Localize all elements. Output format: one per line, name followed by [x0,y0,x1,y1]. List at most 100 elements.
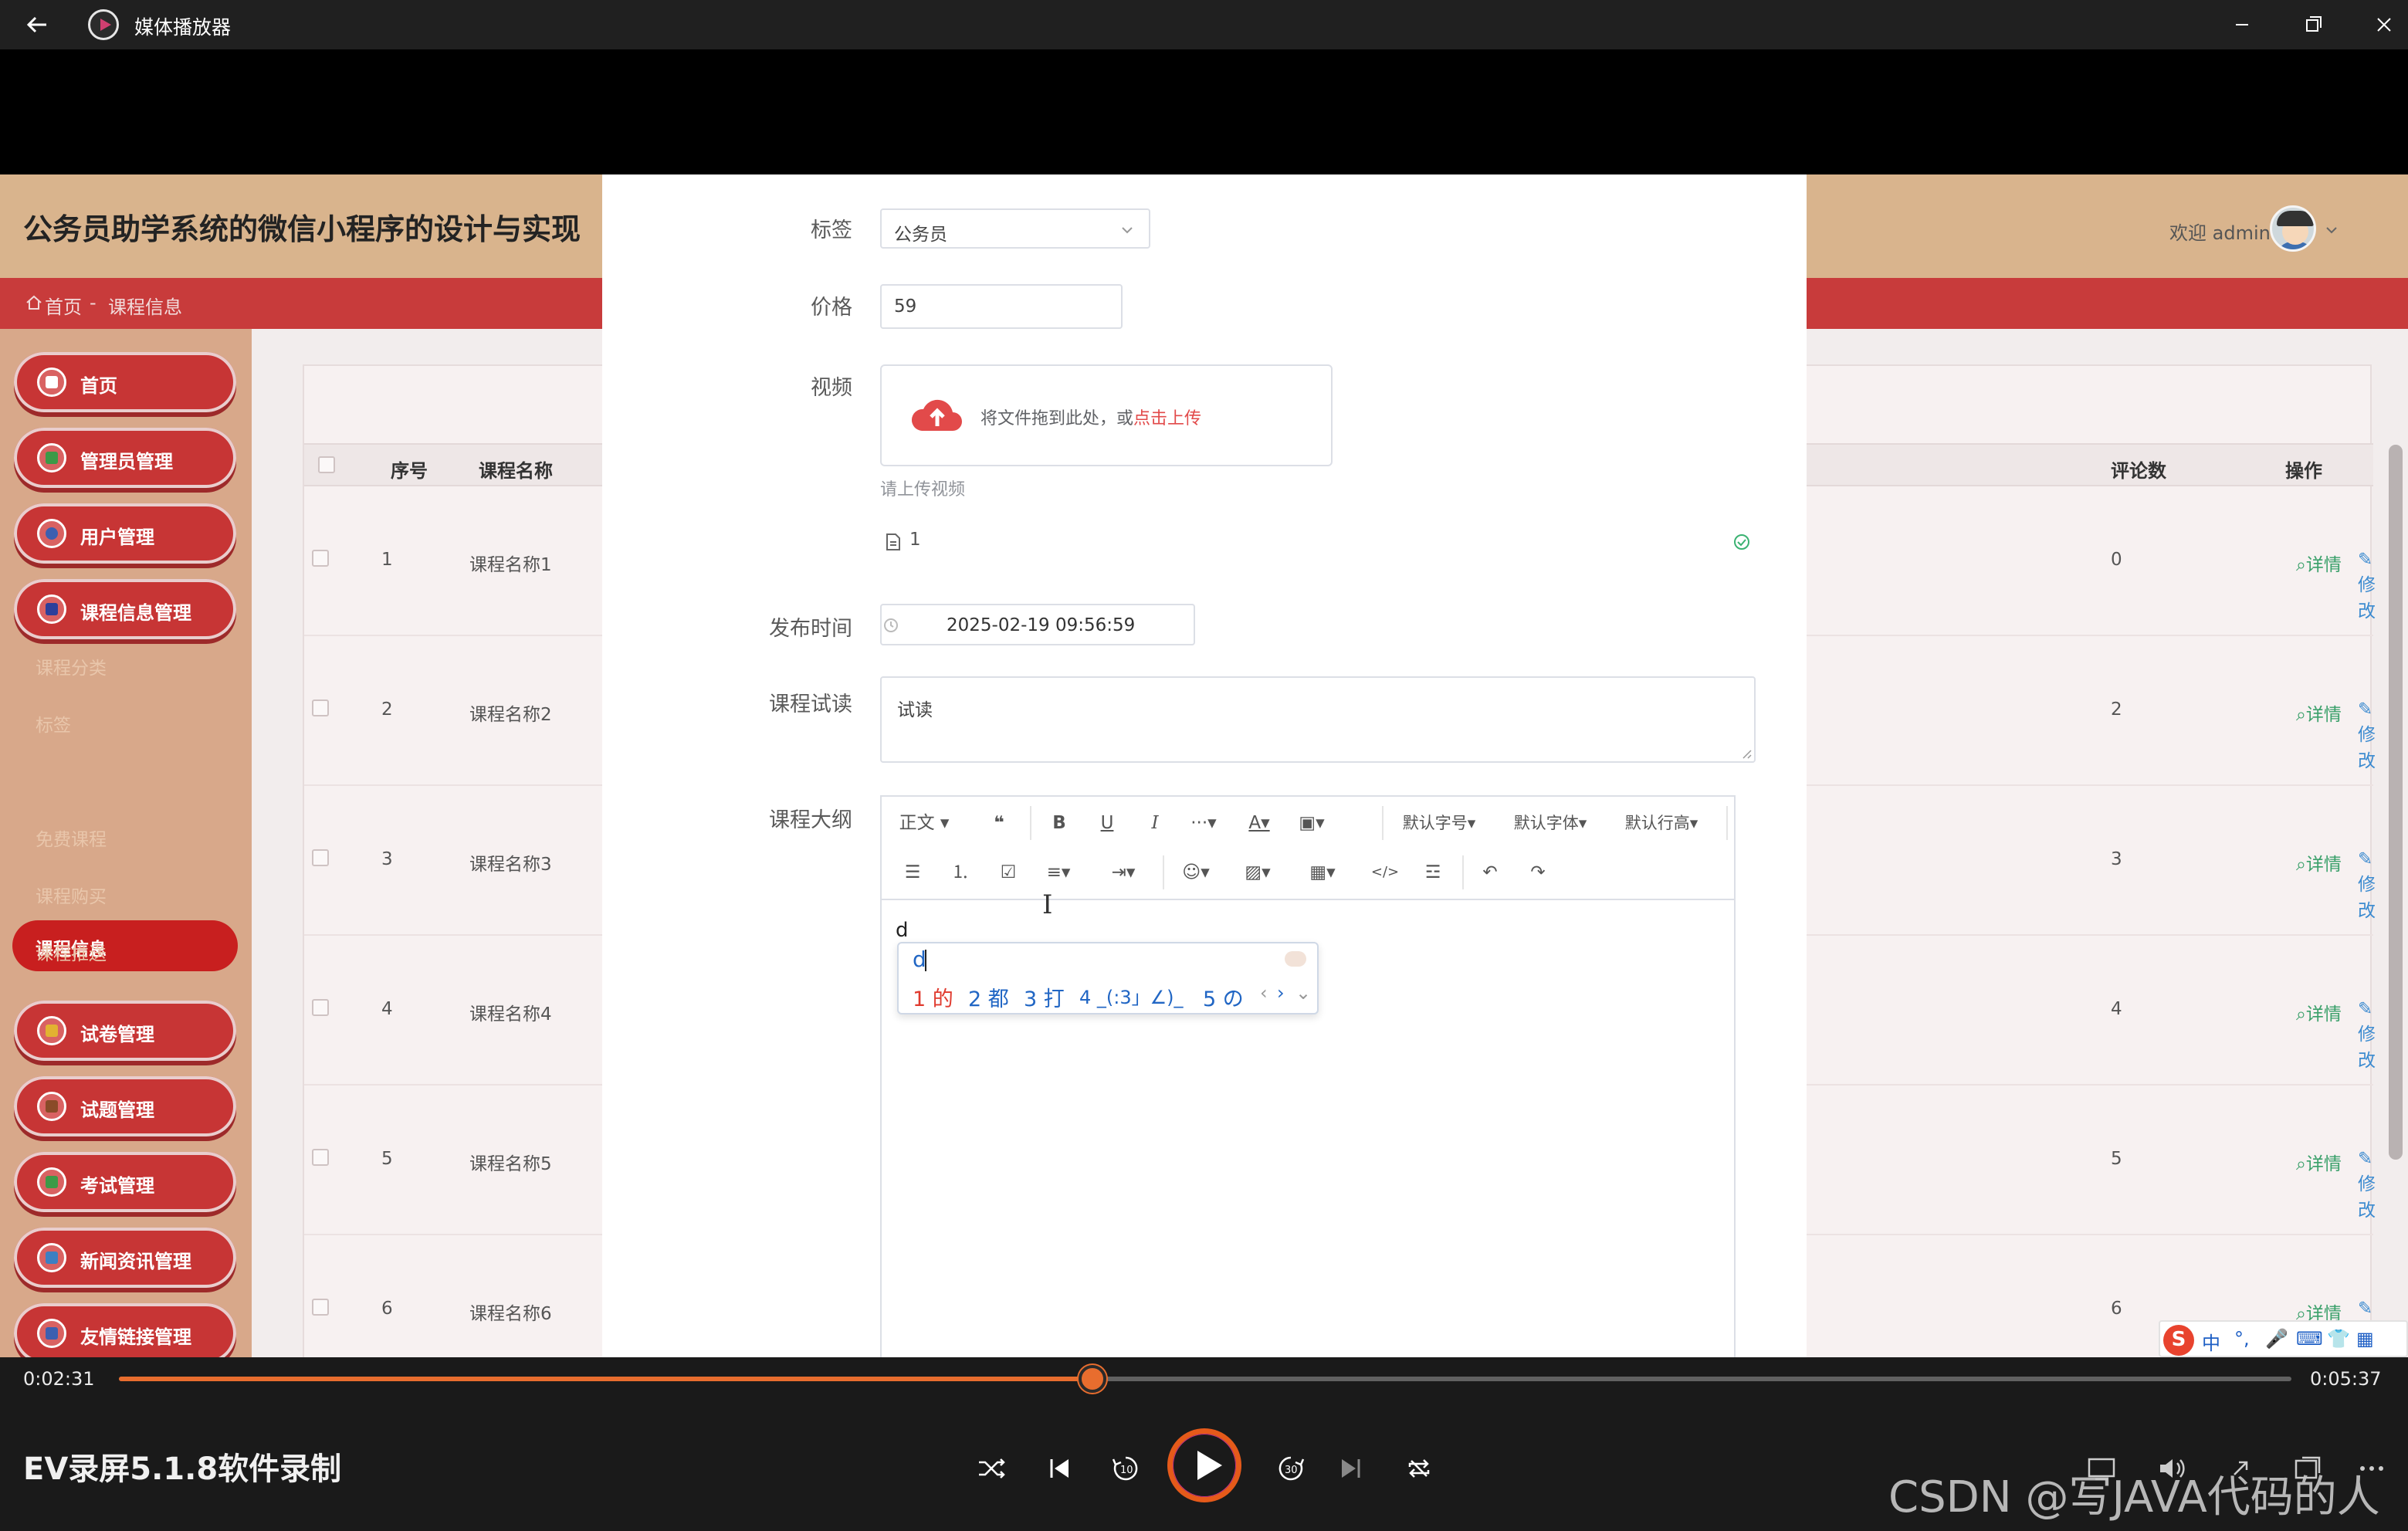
next-track-icon[interactable] [1334,1451,1368,1485]
ime-candidate[interactable]: 4 _(:3」∠)_ [1079,982,1184,1009]
ime-prev-page-icon[interactable]: ‹ [1260,982,1268,1004]
video-upload-zone[interactable]: 将文件拖到此处，或点击上传 [880,364,1333,466]
ime-skin-icon[interactable]: 👕 [2327,1328,2350,1350]
todo-checkbox-icon[interactable]: ☑ [993,857,1024,888]
video-frame: 公务员助学系统的微信小程序的设计与实现 欢迎 admin 首页 - 课程信息 首… [0,174,2408,1357]
shuffle-icon[interactable] [974,1451,1008,1485]
back-arrow-icon[interactable] [23,11,51,39]
sidebar-item-exams[interactable]: 考试管理 [14,1152,236,1212]
seek-thumb[interactable] [1078,1365,1106,1393]
ime-punctuation-toggle[interactable]: °, [2234,1328,2250,1350]
underline-icon[interactable]: U [1092,808,1123,838]
ime-language-toggle[interactable]: 中 [2202,1328,2220,1355]
repeat-icon[interactable] [1402,1451,1436,1485]
sogou-logo-icon[interactable]: S [2163,1325,2194,1356]
submenu-course-category[interactable]: 课程分类 [36,653,107,679]
forward-30-icon[interactable]: 30 [1274,1451,1308,1485]
ime-next-page-icon[interactable]: › [1277,982,1285,1004]
edit-link[interactable]: ✎修改 [2358,1149,2376,1221]
price-input[interactable]: 59 [880,284,1123,329]
align-icon[interactable]: ≡▾ [1039,857,1078,888]
select-all-checkbox[interactable] [318,456,335,473]
ime-candidate[interactable]: 1 的 [913,982,953,1012]
line-height-select[interactable]: 默认行高▾ [1617,808,1706,838]
quote-icon[interactable]: ❝ [984,808,1014,838]
bulleted-list-icon[interactable]: ☰ [897,857,928,888]
avatar[interactable] [2270,205,2316,252]
font-size-select[interactable]: 默认字号▾ [1394,808,1484,838]
undo-icon[interactable]: ↶ [1475,857,1505,888]
close-icon[interactable] [2370,11,2398,39]
ime-candidate[interactable]: 5 の [1203,982,1244,1012]
row-checkbox[interactable] [312,550,329,567]
ime-candidate[interactable]: 3 打 [1024,982,1065,1012]
play-button[interactable] [1167,1428,1241,1502]
row-checkbox[interactable] [312,999,329,1016]
sidebar-item-exam-papers[interactable]: 试卷管理 [14,1001,236,1061]
indent-icon[interactable]: ⇥▾ [1104,857,1143,888]
seek-bar[interactable] [119,1377,2291,1381]
submenu-tags[interactable]: 标签 [36,710,71,737]
edit-link[interactable]: ✎修改 [2358,849,2376,922]
redo-icon[interactable]: ↷ [1522,857,1553,888]
font-color-icon[interactable]: A▾ [1240,808,1279,838]
submenu-course-purchase[interactable]: 课程购买 [36,882,107,908]
minimize-icon[interactable] [2228,11,2256,39]
sidebar-item-links[interactable]: 友情链接管理 [14,1303,236,1357]
submenu-free-course[interactable]: 免费课程 [36,825,107,851]
edit-link[interactable]: ✎修改 [2358,999,2376,1072]
detail-link[interactable]: ⌕详情 [2296,999,2342,1025]
background-color-icon[interactable]: ▣▾ [1292,808,1331,838]
bold-icon[interactable]: B [1044,808,1075,838]
detail-link[interactable]: ⌕详情 [2296,699,2342,726]
restore-icon[interactable] [2299,11,2327,39]
ime-keyboard-icon[interactable]: ⌨ [2296,1328,2323,1350]
rewind-10-icon[interactable]: 10 [1109,1451,1143,1485]
detail-link[interactable]: ⌕详情 [2296,550,2342,576]
chevron-down-icon[interactable] [2324,222,2339,238]
resize-handle-icon[interactable] [1740,747,1753,760]
code-icon[interactable]: </> [1370,857,1400,888]
more-style-icon[interactable]: ···▾ [1184,808,1223,838]
divider-line-icon[interactable]: ☲ [1417,857,1448,888]
edit-link[interactable]: ✎修改 [2358,699,2376,772]
detail-link[interactable]: ⌕详情 [2296,849,2342,876]
breadcrumb-home[interactable]: 首页 [45,292,82,319]
font-family-select[interactable]: 默认字体▾ [1505,808,1595,838]
ime-voice-icon[interactable]: 🎤 [2265,1328,2288,1350]
click-upload-link[interactable]: 点击上传 [1133,409,1201,428]
header-course-name[interactable]: 课程名称 [479,456,553,483]
sidebar-item-admin[interactable]: 管理员管理 [14,428,236,488]
sidebar-item-course-info-management[interactable]: 课程信息管理 [14,579,236,639]
video-hint: 请上传视频 [880,480,966,500]
ime-expand-icon[interactable]: ⌄ [1295,982,1311,1004]
detail-link[interactable]: ⌕详情 [2296,1149,2342,1175]
sidebar-item-home[interactable]: 首页 [14,352,236,412]
row-checkbox[interactable] [312,1299,329,1316]
edit-link[interactable]: ✎修改 [2358,550,2376,622]
image-icon[interactable]: ▨▾ [1238,857,1277,888]
uploaded-file-item[interactable]: 1 [885,527,1757,557]
row-checkbox[interactable] [312,849,329,866]
tag-select[interactable]: 公务员 [880,208,1150,249]
row-comment-count: 2 [2111,699,2122,720]
publish-time-picker[interactable]: 2025-02-19 09:56:59 [880,604,1195,645]
previous-track-icon[interactable] [1042,1451,1076,1485]
numbered-list-icon[interactable]: ⒈ [945,857,976,888]
header-comment-count[interactable]: 评论数 [2111,456,2166,483]
emoji-icon[interactable]: ☺▾ [1177,857,1215,888]
vertical-scrollbar[interactable] [2389,445,2403,1160]
submenu-course-push[interactable]: 课程推送 [36,939,107,965]
table-icon[interactable]: ▦▾ [1303,857,1342,888]
outline-editor[interactable]: d d 1 的 2 都 3 打 4 _(:3」∠)_ 5 の ‹ › ⌄ [880,899,1736,1357]
ime-toolbox-icon[interactable]: ▦ [2356,1328,2374,1350]
trial-textarea[interactable]: 试读 [880,676,1756,763]
sidebar-item-users[interactable]: 用户管理 [14,503,236,564]
sidebar-item-news[interactable]: 新闻资讯管理 [14,1228,236,1288]
sidebar-item-questions[interactable]: 试题管理 [14,1076,236,1136]
row-checkbox[interactable] [312,699,329,716]
italic-icon[interactable]: I [1140,808,1170,838]
row-checkbox[interactable] [312,1149,329,1166]
paragraph-format-select[interactable]: 正文 ▾ [897,808,951,838]
ime-candidate[interactable]: 2 都 [968,982,1009,1012]
